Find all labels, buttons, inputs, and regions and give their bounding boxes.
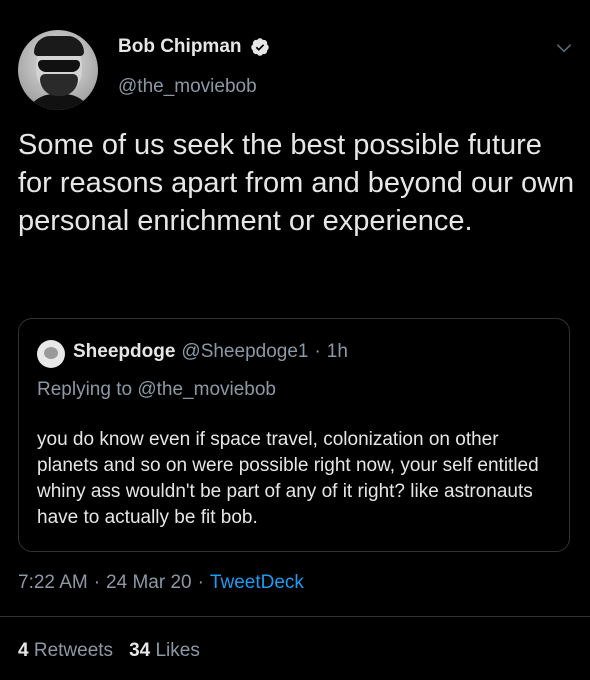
author-name-row: Bob Chipman [118, 36, 270, 58]
retweets-count: 4 [18, 640, 29, 661]
tweet-source[interactable]: TweetDeck [210, 572, 304, 594]
retweets-stat[interactable]: 4 Retweets [18, 640, 113, 662]
tweet-date[interactable]: 24 Mar 20 [106, 572, 192, 594]
author-avatar[interactable] [18, 30, 98, 110]
sheep-icon [44, 347, 58, 359]
likes-label: Likes [155, 640, 200, 661]
meta-separator: · [93, 572, 101, 593]
avatar-cap [34, 36, 84, 56]
quoted-avatar[interactable] [37, 340, 65, 368]
author-name[interactable]: Bob Chipman [118, 36, 242, 58]
tweet-time[interactable]: 7:22 AM [18, 572, 88, 594]
likes-stat[interactable]: 34 Likes [129, 640, 200, 662]
reply-to-handle[interactable]: @the_moviebob [137, 379, 276, 400]
quoted-tweet[interactable]: Sheepdoge @Sheepdoge1 · 1h Replying to @… [18, 318, 570, 552]
avatar-beard [40, 74, 78, 96]
avatar-sunglasses [38, 60, 80, 72]
quoted-age: 1h [326, 341, 348, 362]
quoted-handle[interactable]: @Sheepdoge1 [181, 341, 308, 363]
quoted-text: you do know even if space travel, coloni… [37, 429, 539, 528]
chevron-down-icon[interactable] [554, 38, 574, 58]
quoted-replying-to: Replying to @the_moviebob [37, 379, 276, 401]
quoted-header: Sheepdoge @Sheepdoge1 · 1h [73, 341, 348, 363]
tweet-stats: 4 Retweets 34 Likes [18, 640, 200, 662]
retweets-label: Retweets [33, 640, 114, 661]
divider [0, 616, 590, 617]
tweet-text: Some of us seek the best possible future… [18, 129, 575, 237]
verified-badge-icon [250, 38, 269, 56]
meta-separator: · [197, 572, 204, 593]
quoted-separator: · [314, 341, 321, 362]
tweet-meta: 7:22 AM · 24 Mar 20 · TweetDeck [18, 572, 304, 594]
author-handle[interactable]: @the_moviebob [118, 76, 257, 98]
likes-count: 34 [129, 640, 151, 661]
quoted-name[interactable]: Sheepdoge [73, 341, 175, 363]
reply-prefix: Replying to [37, 379, 133, 400]
avatar-shirt [24, 94, 94, 110]
